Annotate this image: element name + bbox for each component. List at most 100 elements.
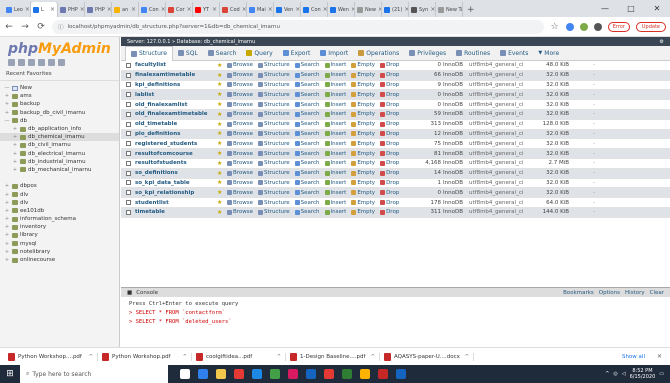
extension-icon[interactable] xyxy=(593,22,602,31)
tab-export[interactable]: Export xyxy=(278,46,316,61)
drop-action[interactable]: Drop xyxy=(380,190,399,196)
table-name-link[interactable]: old_timetable xyxy=(135,121,217,127)
drop-action[interactable]: Drop xyxy=(380,200,399,206)
forward-icon[interactable]: → xyxy=(20,22,30,32)
drop-action[interactable]: Drop xyxy=(380,102,399,108)
browser-tab[interactable]: New× xyxy=(355,2,382,17)
table-name-link[interactable]: kpi_definitions xyxy=(135,82,217,88)
drop-action[interactable]: Drop xyxy=(380,121,399,127)
taskbar-app-icon[interactable] xyxy=(360,369,370,379)
table-name-link[interactable]: studentlist xyxy=(135,200,217,206)
network-icon[interactable]: ◎ xyxy=(613,371,617,377)
taskbar-app-icon[interactable] xyxy=(252,369,262,379)
search-action[interactable]: Search xyxy=(294,102,320,108)
row-checkbox[interactable] xyxy=(125,141,131,147)
tree-item[interactable]: + library xyxy=(0,231,119,239)
search-action[interactable]: Search xyxy=(294,180,320,186)
tree-item[interactable]: + inventory xyxy=(0,223,119,231)
search-action[interactable]: Search xyxy=(294,72,320,78)
browser-tab[interactable]: Wen× xyxy=(328,2,355,17)
empty-action[interactable]: Empty xyxy=(351,180,375,186)
search-action[interactable]: Search xyxy=(294,200,320,206)
console-bookmarks-link[interactable]: Bookmarks xyxy=(563,290,594,296)
search-action[interactable]: Search xyxy=(294,111,320,117)
tree-item[interactable]: + db_chemical_imarnu xyxy=(0,133,119,142)
favorite-star-icon[interactable]: ★ xyxy=(217,160,227,167)
browse-action[interactable]: Browse xyxy=(227,121,253,127)
table-name-link[interactable]: so_definitions xyxy=(135,170,217,176)
empty-action[interactable]: Empty xyxy=(351,121,375,127)
close-tab-icon[interactable]: × xyxy=(242,6,246,13)
tree-item[interactable]: — New xyxy=(0,84,119,92)
tab-sql[interactable]: SQL xyxy=(173,46,203,61)
insert-action[interactable]: Insert xyxy=(324,151,346,157)
browse-action[interactable]: Browse xyxy=(227,82,253,88)
console-query[interactable]: > SELECT * FROM `contactform` xyxy=(129,309,662,318)
favorite-star-icon[interactable]: ★ xyxy=(217,101,227,108)
tree-item[interactable]: + db_application_info xyxy=(0,125,119,133)
tree-item[interactable] xyxy=(0,174,119,182)
recent-favorites-tabs[interactable]: Recent Favorites xyxy=(0,68,119,81)
tree-item[interactable]: + ee101db xyxy=(0,207,119,215)
home-icon[interactable] xyxy=(8,59,15,66)
close-downloads-bar-button[interactable]: ✕ xyxy=(657,353,666,360)
tree-expand-icon[interactable]: + xyxy=(12,151,18,157)
tab-import[interactable]: Import xyxy=(315,46,353,61)
console-query[interactable]: > SELECT * FROM `deleted_users` xyxy=(129,318,662,327)
search-action[interactable]: Search xyxy=(294,82,320,88)
reload-icon[interactable]: ⟳ xyxy=(36,22,46,32)
tree-item[interactable]: + db_industrial_imarnu xyxy=(0,158,119,166)
docs-icon[interactable] xyxy=(28,59,35,66)
tab-operations[interactable]: Operations xyxy=(353,46,404,61)
insert-action[interactable]: Insert xyxy=(324,62,346,68)
row-checkbox[interactable] xyxy=(125,180,131,186)
row-checkbox[interactable] xyxy=(125,190,131,196)
favorite-star-icon[interactable]: ★ xyxy=(217,121,227,128)
chevron-up-icon[interactable]: ^ xyxy=(89,354,93,360)
drop-action[interactable]: Drop xyxy=(380,82,399,88)
tree-expand-icon[interactable]: + xyxy=(4,101,10,107)
tree-expand-icon[interactable]: + xyxy=(12,159,18,165)
empty-action[interactable]: Empty xyxy=(351,200,375,206)
browser-tab[interactable]: Mai × xyxy=(247,2,274,17)
row-checkbox[interactable] xyxy=(125,72,131,78)
taskbar-app-icon[interactable] xyxy=(270,369,280,379)
empty-action[interactable]: Empty xyxy=(351,209,375,215)
structure-action[interactable]: Structure xyxy=(258,200,290,206)
tree-expand-icon[interactable]: + xyxy=(12,142,18,148)
drop-action[interactable]: Drop xyxy=(380,72,399,78)
insert-action[interactable]: Insert xyxy=(324,72,346,78)
tree-expand-icon[interactable]: + xyxy=(4,224,10,230)
structure-action[interactable]: Structure xyxy=(258,131,290,137)
insert-action[interactable]: Insert xyxy=(324,170,346,176)
tree-expand-icon[interactable]: + xyxy=(4,200,10,206)
empty-action[interactable]: Empty xyxy=(351,111,375,117)
tree-expand-icon[interactable]: + xyxy=(4,192,10,198)
close-tab-icon[interactable]: × xyxy=(430,6,435,13)
favorite-star-icon[interactable]: ★ xyxy=(217,140,227,147)
console-clear-link[interactable]: Clear xyxy=(650,290,664,296)
tree-expand-icon[interactable]: — xyxy=(4,85,10,91)
browse-action[interactable]: Browse xyxy=(227,102,253,108)
tree-expand-icon[interactable]: + xyxy=(4,257,10,263)
row-checkbox[interactable] xyxy=(125,131,131,137)
favorite-star-icon[interactable]: ★ xyxy=(217,130,227,137)
gear-icon[interactable]: ⚙ xyxy=(660,39,670,45)
volume-icon[interactable]: ◁ xyxy=(622,371,626,377)
drop-action[interactable]: Drop xyxy=(380,170,399,176)
tray-chevron-icon[interactable]: ^ xyxy=(605,371,609,377)
taskbar-app-icon[interactable] xyxy=(378,369,388,379)
favorite-star-icon[interactable]: ★ xyxy=(217,199,227,206)
favorite-star-icon[interactable]: ★ xyxy=(217,91,227,98)
tree-item[interactable]: + backup_db_civil_imarnu xyxy=(0,109,119,117)
minimize-button[interactable]: — xyxy=(592,0,618,17)
insert-action[interactable]: Insert xyxy=(324,131,346,137)
star-icon[interactable]: ☆ xyxy=(550,22,560,32)
browser-tab[interactable]: Cod × xyxy=(220,2,247,17)
tree-item[interactable]: + db_civil_imarnu xyxy=(0,141,119,149)
taskbar-app-icon[interactable] xyxy=(306,369,316,379)
tree-item[interactable]: + information_schema xyxy=(0,215,119,223)
drop-action[interactable]: Drop xyxy=(380,209,399,215)
tree-item[interactable]: + onlinecourse xyxy=(0,256,119,264)
browse-action[interactable]: Browse xyxy=(227,170,253,176)
